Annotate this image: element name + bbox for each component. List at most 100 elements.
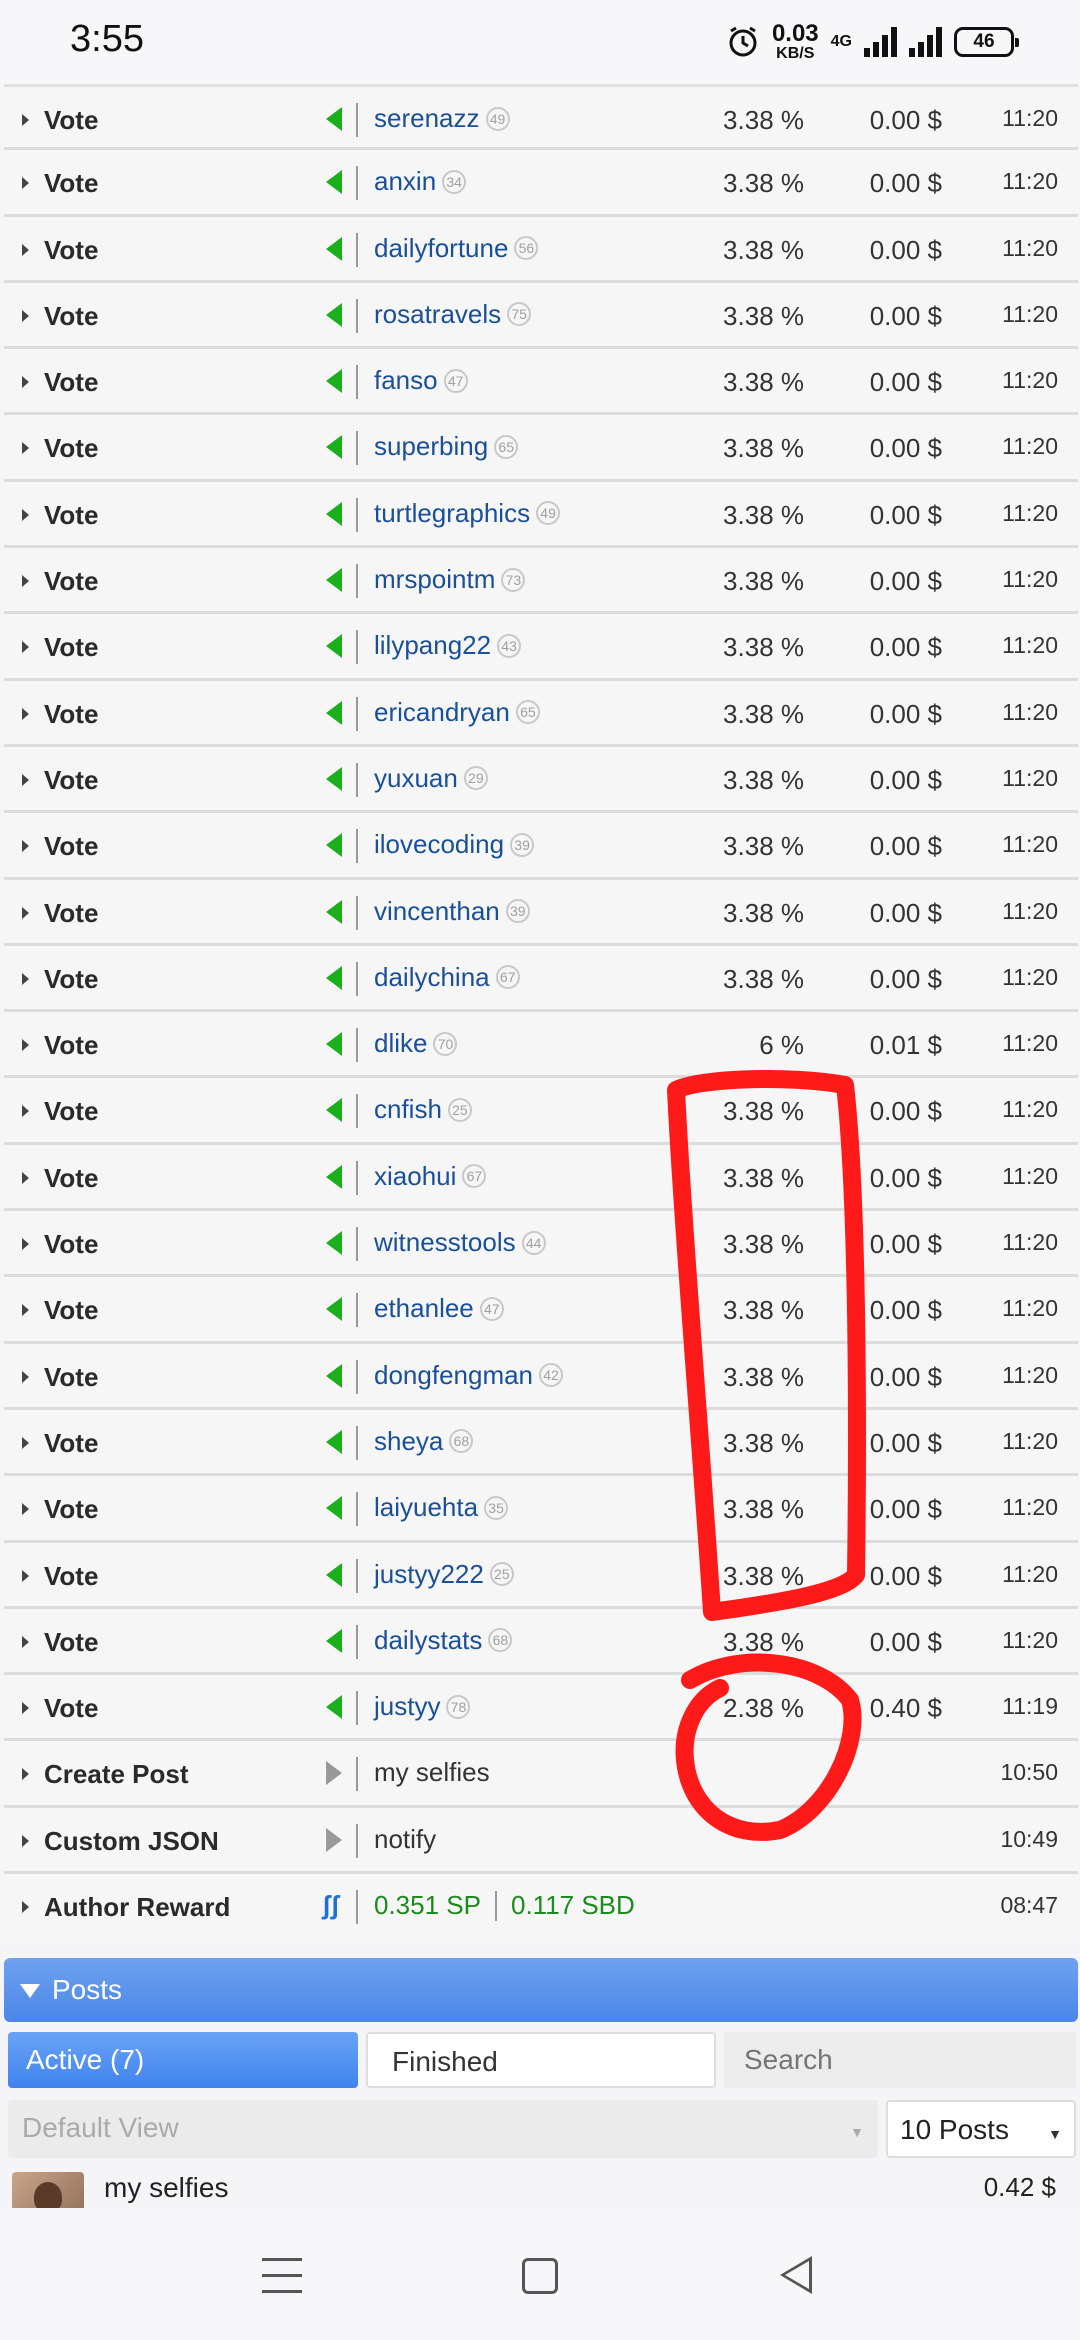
voter-link[interactable]: xiaohui 67 [374, 1161, 487, 1192]
operation-row-vote[interactable]: Vote ilovecoding 39 3.38 % 0.00 $ 11:20 [4, 813, 1078, 880]
operation-row-vote[interactable]: Vote ethanlee 47 3.38 % 0.00 $ 11:20 [4, 1277, 1078, 1344]
operation-row-vote[interactable]: Vote dailystats 68 3.38 % 0.00 $ 11:20 [4, 1608, 1078, 1676]
voter-link[interactable]: lilypang22 43 [374, 630, 522, 661]
operation-row-vote[interactable]: Vote serenazz 49 3.38 % 0.00 $ 11:20 [4, 84, 1078, 151]
operation-row-vote[interactable]: Vote mrspointm 73 3.38 % 0.00 $ 11:20 [4, 548, 1078, 615]
operation-row-vote[interactable]: Vote xiaohui 67 3.38 % 0.00 $ 11:20 [4, 1144, 1078, 1212]
upvote-icon [326, 170, 342, 195]
voter-link[interactable]: rosatravels 75 [374, 299, 532, 330]
voter-link[interactable]: laiyuehta 35 [374, 1492, 509, 1523]
posts-section-header[interactable]: Posts [4, 1958, 1078, 2022]
expand-icon[interactable] [22, 641, 29, 654]
posts-count-select[interactable]: 10 Posts ▼ [886, 2100, 1076, 2158]
voter-link[interactable]: witnesstools 44 [374, 1227, 546, 1258]
voter-link[interactable]: turtlegraphics 49 [374, 498, 561, 529]
expand-icon[interactable] [22, 309, 29, 322]
operation-time: 11:20 [1002, 1162, 1058, 1189]
operation-row-vote[interactable]: Vote fanso 47 3.38 % 0.00 $ 11:20 [4, 349, 1078, 416]
expand-icon[interactable] [22, 1569, 29, 1582]
expand-icon[interactable] [22, 114, 29, 126]
expand-icon[interactable] [22, 243, 29, 256]
expand-icon[interactable] [22, 1171, 29, 1184]
voter-link[interactable]: dongfengman 42 [374, 1360, 564, 1391]
expand-icon[interactable] [22, 1105, 29, 1118]
operation-row-vote[interactable]: Vote dlike 70 6 % 0.01 $ 11:20 [4, 1012, 1078, 1079]
operation-row-vote[interactable]: Vote superbing 65 3.38 % 0.00 $ 11:20 [4, 415, 1078, 482]
expand-icon[interactable] [22, 376, 29, 389]
expand-icon[interactable] [22, 177, 29, 190]
voter-link[interactable]: ericandryan 65 [374, 697, 540, 728]
vote-percent: 3.38 % [723, 632, 804, 663]
operation-row-vote[interactable]: Vote dongfengman 42 3.38 % 0.00 $ 11:20 [4, 1343, 1078, 1410]
expand-icon[interactable] [22, 1436, 29, 1449]
voter-link[interactable]: sheya 68 [374, 1426, 474, 1457]
operation-row-vote[interactable]: Vote lilypang22 43 3.38 % 0.00 $ 11:20 [4, 614, 1078, 681]
tab-finished[interactable]: Finished [366, 2032, 716, 2088]
expand-icon[interactable] [22, 1304, 29, 1317]
operation-row-vote[interactable]: Vote justyy 78 2.38 % 0.40 $ 11:19 [4, 1675, 1078, 1742]
voter-link[interactable]: superbing 65 [374, 431, 519, 462]
voter-link[interactable]: vincenthan 39 [374, 896, 530, 927]
back-icon[interactable] [780, 2256, 812, 2294]
operation-row-vote[interactable]: Vote vincenthan 39 3.38 % 0.00 $ 11:20 [4, 879, 1078, 946]
voter-link[interactable]: ethanlee 47 [374, 1293, 504, 1324]
expand-icon[interactable] [22, 707, 29, 720]
operation-row-vote[interactable]: Vote justyy222 25 3.38 % 0.00 $ 11:20 [4, 1542, 1078, 1609]
operation-row-vote[interactable]: Vote laiyuehta 35 3.38 % 0.00 $ 11:20 [4, 1476, 1078, 1543]
voter-link[interactable]: cnfish 25 [374, 1094, 472, 1125]
voter-link[interactable]: justyy 78 [374, 1691, 471, 1722]
tab-active[interactable]: Active (7) [8, 2032, 358, 2088]
expand-icon[interactable] [22, 1901, 29, 1914]
operation-row-vote[interactable]: Vote yuxuan 29 3.38 % 0.00 $ 11:20 [4, 746, 1078, 814]
operation-row-author-reward[interactable]: Author Reward ʃʃ 0.351 SP 0.117 SBD 08:4… [4, 1874, 1078, 1941]
operation-row-create-post[interactable]: Create Post my selfies 10:50 [4, 1741, 1078, 1808]
expand-icon[interactable] [22, 442, 29, 455]
operation-row-vote[interactable]: Vote sheya 68 3.38 % 0.00 $ 11:20 [4, 1409, 1078, 1477]
expand-icon[interactable] [22, 840, 29, 853]
voter-link[interactable]: dailychina 67 [374, 962, 520, 993]
voter-link[interactable]: yuxuan 29 [374, 763, 488, 794]
vote-value: 0.00 $ [869, 105, 942, 135]
operation-row-vote[interactable]: Vote dailychina 67 3.38 % 0.00 $ 11:20 [4, 945, 1078, 1013]
expand-icon[interactable] [22, 508, 29, 521]
voter-link[interactable]: serenazz 49 [374, 103, 510, 134]
voter-link[interactable]: fanso 47 [374, 365, 468, 396]
post-title[interactable]: my selfies [104, 2172, 228, 2204]
operation-row-vote[interactable]: Vote rosatravels 75 3.38 % 0.00 $ 11:20 [4, 282, 1078, 350]
operation-type: Vote [44, 168, 99, 199]
expand-icon[interactable] [22, 1370, 29, 1383]
voter-link[interactable]: ilovecoding 39 [374, 829, 535, 860]
operation-time: 11:20 [1002, 367, 1058, 394]
operation-row-vote[interactable]: Vote anxin 34 3.38 % 0.00 $ 11:20 [4, 150, 1078, 217]
operation-row-custom-json[interactable]: Custom JSON notify 10:49 [4, 1807, 1078, 1875]
expand-icon[interactable] [22, 972, 29, 985]
expand-icon[interactable] [22, 575, 29, 588]
expand-icon[interactable] [22, 1768, 29, 1781]
voter-link[interactable]: mrspointm 73 [374, 564, 526, 595]
expand-icon[interactable] [22, 1238, 29, 1251]
menu-icon[interactable] [262, 2258, 302, 2294]
voter-link[interactable]: justyy222 25 [374, 1559, 514, 1590]
post-list-item[interactable]: my selfies 0.42 $ [8, 2168, 1076, 2208]
voter-link[interactable]: anxin 34 [374, 166, 467, 197]
post-title-link[interactable]: my selfies [374, 1757, 490, 1788]
expand-icon[interactable] [22, 1039, 29, 1052]
expand-icon[interactable] [22, 1702, 29, 1715]
operation-row-vote[interactable]: Vote ericandryan 65 3.38 % 0.00 $ 11:20 [4, 680, 1078, 747]
voter-link[interactable]: dailyfortune 56 [374, 233, 539, 264]
operation-row-vote[interactable]: Vote turtlegraphics 49 3.38 % 0.00 $ 11:20 [4, 481, 1078, 549]
operation-row-vote[interactable]: Vote witnesstools 44 3.38 % 0.00 $ 11:20 [4, 1211, 1078, 1278]
operation-row-vote[interactable]: Vote cnfish 25 3.38 % 0.00 $ 11:20 [4, 1078, 1078, 1145]
expand-icon[interactable] [22, 773, 29, 786]
search-input[interactable] [724, 2032, 1076, 2088]
operation-row-vote[interactable]: Vote dailyfortune 56 3.38 % 0.00 $ 11:20 [4, 216, 1078, 283]
steem-icon: ʃʃ [322, 1890, 340, 1921]
home-icon[interactable] [522, 2258, 558, 2294]
voter-link[interactable]: dailystats 68 [374, 1625, 513, 1656]
view-select[interactable]: Default View ▼ [8, 2100, 878, 2158]
expand-icon[interactable] [22, 906, 29, 919]
voter-link[interactable]: dlike 70 [374, 1028, 458, 1059]
expand-icon[interactable] [22, 1834, 29, 1847]
expand-icon[interactable] [22, 1635, 29, 1648]
expand-icon[interactable] [22, 1503, 29, 1516]
